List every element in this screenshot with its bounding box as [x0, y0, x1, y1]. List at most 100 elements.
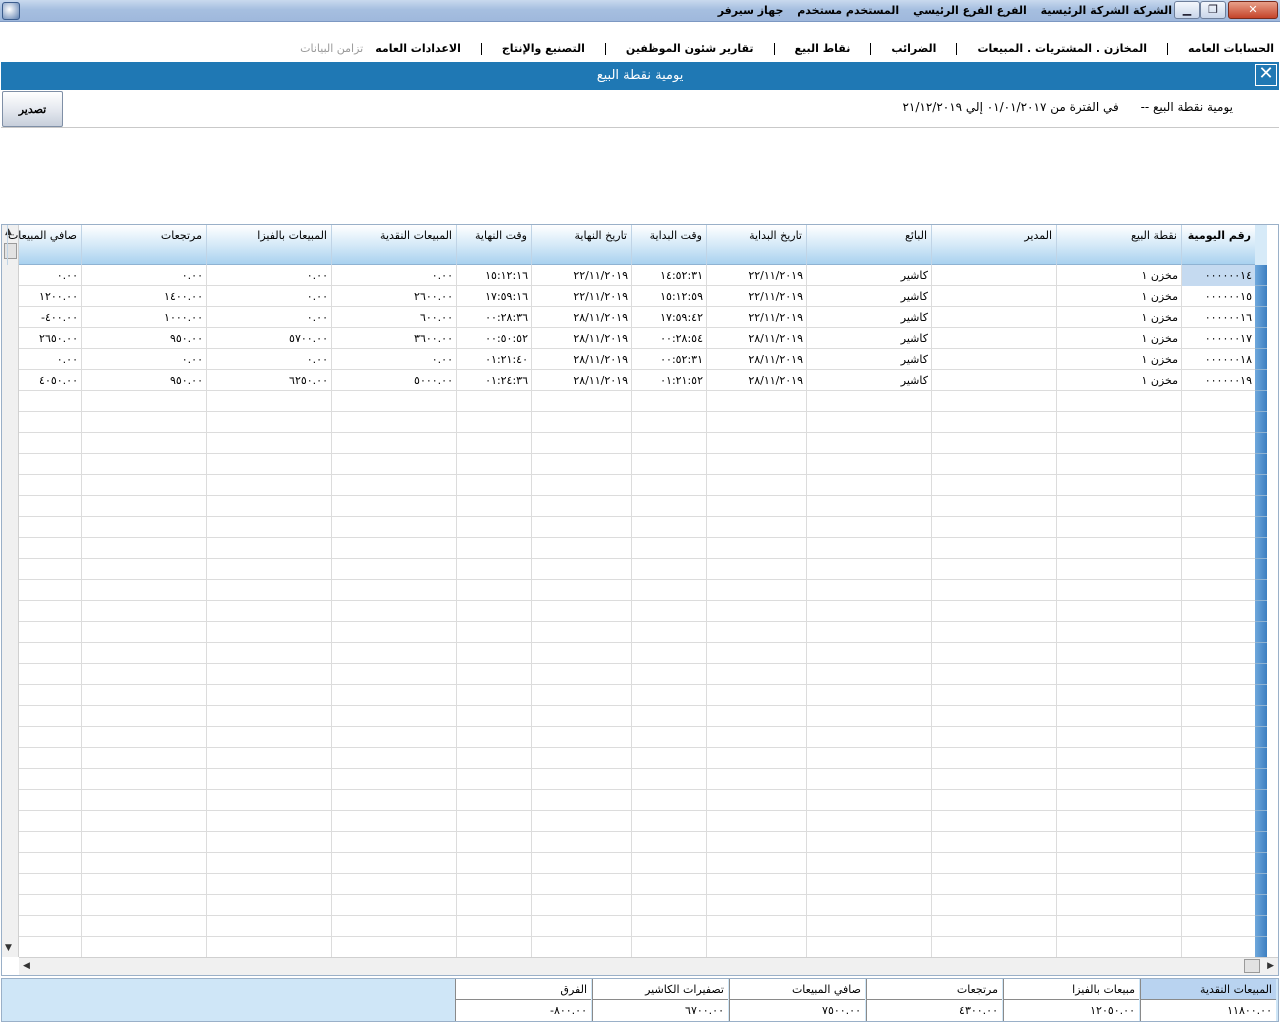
table-cell[interactable] [81, 853, 206, 874]
table-cell[interactable] [456, 391, 531, 412]
table-cell[interactable] [19, 517, 81, 538]
table-cell[interactable] [331, 916, 456, 937]
table-cell[interactable]: ١٢٠٠.٠٠ [19, 286, 81, 307]
table-cell[interactable] [331, 580, 456, 601]
table-cell[interactable] [81, 727, 206, 748]
table-cell[interactable] [631, 706, 706, 727]
table-cell[interactable]: مخزن ١ [1056, 370, 1181, 391]
vertical-scrollbar[interactable]: ▲ ▼ [2, 225, 19, 957]
table-cell[interactable]: ١٥:١٢:١٦ [456, 265, 531, 286]
table-cell[interactable] [531, 853, 631, 874]
table-cell[interactable] [531, 937, 631, 957]
menu-item-3[interactable]: الضرائب [885, 40, 942, 57]
table-cell[interactable] [331, 475, 456, 496]
table-cell[interactable] [531, 832, 631, 853]
table-cell[interactable] [331, 622, 456, 643]
table-cell[interactable]: ٤٠٥٠.٠٠ [19, 370, 81, 391]
table-cell[interactable] [206, 685, 331, 706]
table-cell[interactable] [206, 643, 331, 664]
table-cell[interactable] [206, 811, 331, 832]
table-cell[interactable] [81, 874, 206, 895]
table-cell[interactable] [206, 433, 331, 454]
table-cell[interactable]: ٩٥٠.٠٠ [81, 328, 206, 349]
table-cell[interactable] [19, 706, 81, 727]
table-cell[interactable]: كاشير [806, 370, 931, 391]
table-cell[interactable] [81, 475, 206, 496]
menu-item-6[interactable]: التصنيع والإنتاج [496, 40, 591, 57]
table-cell[interactable]: كاشير [806, 265, 931, 286]
table-cell[interactable] [806, 517, 931, 538]
table-cell[interactable] [531, 727, 631, 748]
row-header[interactable] [1255, 685, 1267, 706]
table-cell[interactable] [931, 559, 1056, 580]
table-cell[interactable] [706, 874, 806, 895]
table-cell[interactable] [706, 622, 806, 643]
table-row[interactable] [19, 475, 1267, 496]
table-cell[interactable]: ٠١:٢١:٤٠ [456, 349, 531, 370]
table-cell[interactable] [631, 559, 706, 580]
table-cell[interactable] [806, 790, 931, 811]
table-cell[interactable] [631, 769, 706, 790]
table-cell[interactable]: مخزن ١ [1056, 307, 1181, 328]
table-cell[interactable] [1181, 454, 1255, 475]
table-cell[interactable] [706, 559, 806, 580]
table-cell[interactable]: ٠.٠٠ [206, 307, 331, 328]
column-header-8[interactable]: وقت النهاية [456, 225, 531, 265]
table-cell[interactable] [331, 895, 456, 916]
table-cell[interactable] [81, 412, 206, 433]
table-cell[interactable]: ٠١:٢١:٥٢ [631, 370, 706, 391]
table-cell[interactable] [1056, 874, 1181, 895]
table-cell[interactable] [456, 790, 531, 811]
table-cell[interactable] [931, 727, 1056, 748]
table-cell[interactable] [331, 853, 456, 874]
table-cell[interactable] [1181, 832, 1255, 853]
table-cell[interactable]: ٥٧٠٠.٠٠ [206, 328, 331, 349]
table-row[interactable] [19, 916, 1267, 937]
table-cell[interactable] [931, 706, 1056, 727]
table-cell[interactable] [81, 895, 206, 916]
table-cell[interactable] [631, 811, 706, 832]
table-cell[interactable] [456, 916, 531, 937]
table-cell[interactable] [931, 412, 1056, 433]
table-cell[interactable] [931, 517, 1056, 538]
table-cell[interactable] [456, 685, 531, 706]
row-header[interactable] [1255, 601, 1267, 622]
table-cell[interactable] [81, 454, 206, 475]
table-cell[interactable]: ١٤٠٠.٠٠ [81, 286, 206, 307]
table-cell[interactable] [456, 559, 531, 580]
table-cell[interactable] [81, 937, 206, 957]
table-cell[interactable]: ٠.٠٠ [19, 349, 81, 370]
table-cell[interactable]: ٢٢/١١/٢٠١٩ [706, 265, 806, 286]
table-cell[interactable] [206, 475, 331, 496]
table-cell[interactable] [81, 916, 206, 937]
table-cell[interactable] [456, 853, 531, 874]
table-cell[interactable] [81, 601, 206, 622]
column-header-10[interactable]: المبيعات بالفيزا [206, 225, 331, 265]
table-cell[interactable] [1181, 622, 1255, 643]
table-cell[interactable]: ٣٦٠٠.٠٠ [331, 328, 456, 349]
row-header[interactable] [1255, 706, 1267, 727]
row-header[interactable] [1255, 265, 1267, 286]
table-row[interactable] [19, 391, 1267, 412]
table-cell[interactable] [1056, 517, 1181, 538]
table-cell[interactable] [931, 622, 1056, 643]
table-cell[interactable] [806, 853, 931, 874]
table-cell[interactable] [531, 391, 631, 412]
row-header[interactable] [1255, 328, 1267, 349]
table-cell[interactable] [806, 811, 931, 832]
table-cell[interactable] [931, 769, 1056, 790]
table-cell[interactable] [19, 727, 81, 748]
table-cell[interactable] [1181, 790, 1255, 811]
table-cell[interactable] [456, 454, 531, 475]
table-cell[interactable] [531, 916, 631, 937]
table-cell[interactable] [456, 601, 531, 622]
row-header[interactable] [1255, 622, 1267, 643]
table-cell[interactable] [331, 937, 456, 957]
table-cell[interactable] [19, 853, 81, 874]
table-cell[interactable] [631, 916, 706, 937]
table-cell[interactable] [931, 391, 1056, 412]
table-cell[interactable] [531, 811, 631, 832]
table-cell[interactable]: ٠.٠٠ [331, 349, 456, 370]
table-cell[interactable] [806, 916, 931, 937]
row-header[interactable] [1255, 538, 1267, 559]
